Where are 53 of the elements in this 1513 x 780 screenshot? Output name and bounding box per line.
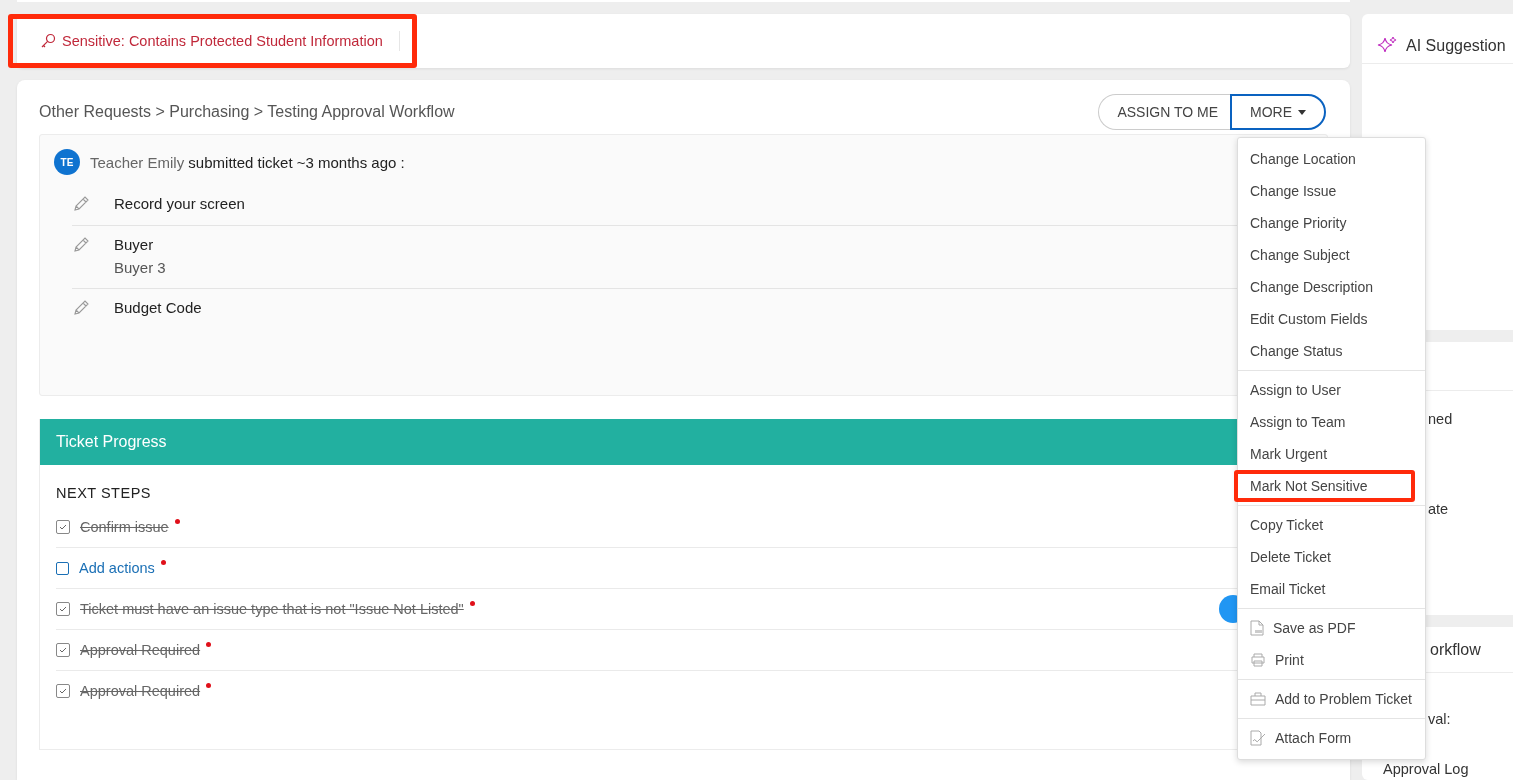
card-title: orkflow (1430, 640, 1481, 659)
pencil-icon[interactable] (72, 299, 90, 317)
menu-item[interactable]: Change Description (1234, 271, 1433, 303)
step-label: Approval Required (80, 642, 201, 658)
menu-item[interactable]: Delete Ticket (1234, 541, 1433, 573)
menu-item[interactable]: Save as PDF (1234, 612, 1433, 644)
field-label: Record your screen (114, 195, 245, 212)
menu-item[interactable]: Change Status (1234, 335, 1433, 367)
field-label: Buyer (114, 236, 155, 253)
step-label[interactable]: Add actions (79, 560, 155, 576)
detail-label: ate (1427, 501, 1450, 517)
check-icon (59, 524, 67, 530)
menu-item[interactable]: Change Issue (1234, 175, 1433, 207)
step-checkbox[interactable] (56, 520, 70, 534)
menu-item[interactable]: Assign to User (1234, 374, 1433, 406)
more-button[interactable]: MORE (1230, 94, 1326, 130)
step-checkbox[interactable] (56, 561, 69, 575)
step-label: Confirm issue (80, 519, 169, 535)
assign-to-me-button[interactable]: ASSIGN TO ME (1098, 94, 1230, 130)
pencil-icon[interactable] (72, 195, 90, 213)
step-checkbox[interactable] (56, 684, 70, 698)
menu-item[interactable]: Mark Urgent (1234, 438, 1433, 470)
menu-item[interactable]: Email Ticket (1234, 573, 1433, 605)
step-checkbox[interactable] (56, 643, 70, 657)
check-icon (59, 688, 67, 694)
pencil-icon[interactable] (72, 236, 90, 254)
breadcrumb: Other Requests > Purchasing > Testing Approval Workflow (39, 103, 455, 121)
signed-form-icon (1250, 730, 1266, 746)
field-label: Budget Code (114, 299, 202, 316)
menu-item[interactable]: Mark Not Sensitive (1234, 470, 1415, 502)
section-title: Ticket Progress (56, 433, 167, 451)
workflow-text[interactable]: Approval Log (1362, 761, 1513, 777)
printer-icon (1250, 653, 1266, 667)
submission-summary: Teacher Emily submitted ticket ~3 months ago : (90, 153, 405, 171)
caret-icon (1298, 109, 1306, 115)
menu-item[interactable]: Edit Custom Fields (1234, 303, 1433, 335)
step-checkbox[interactable] (56, 602, 70, 616)
briefcase-icon (1250, 692, 1266, 706)
menu-item[interactable]: Change Priority (1234, 207, 1433, 239)
detail-label: ned (1427, 411, 1454, 427)
menu-item[interactable]: Change Subject (1234, 239, 1433, 271)
check-icon (59, 606, 67, 612)
step-label: Approval Required (80, 683, 201, 699)
check-icon (59, 647, 67, 653)
pdf-file-icon (1250, 620, 1264, 636)
key-icon (40, 33, 56, 49)
next-steps-heading: NEXT STEPS (56, 485, 151, 501)
menu-item[interactable]: Change Location (1234, 143, 1433, 175)
field-value: Buyer 3 (114, 259, 166, 276)
step-label: Ticket must have an issue type that is not "Issue Not Listed" (80, 601, 464, 617)
avatar: TE (54, 149, 80, 175)
sensitive-label: Sensitive: Contains Protected Student Information (62, 33, 383, 49)
card-title: AI Suggestion (1406, 36, 1506, 55)
